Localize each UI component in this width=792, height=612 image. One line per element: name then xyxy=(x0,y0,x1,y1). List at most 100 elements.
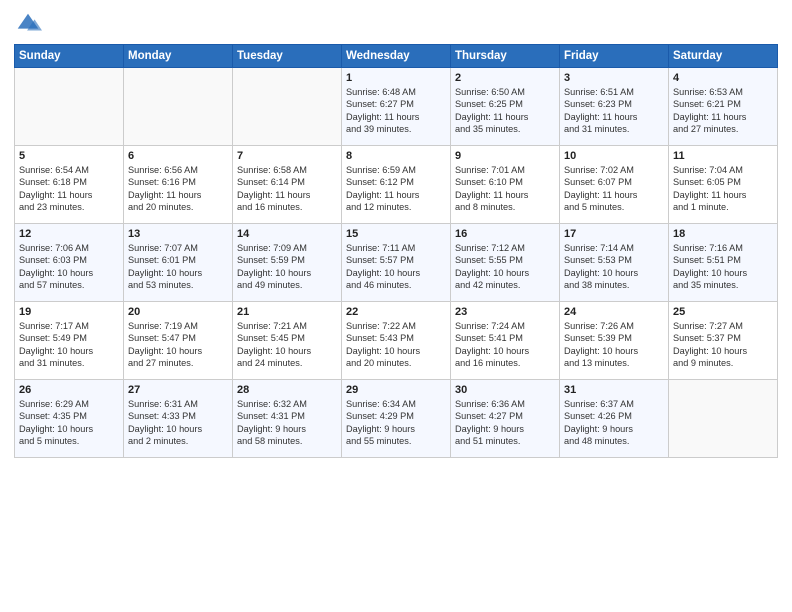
day-info: Sunrise: 7:16 AM Sunset: 5:51 PM Dayligh… xyxy=(673,242,773,292)
day-info: Sunrise: 7:21 AM Sunset: 5:45 PM Dayligh… xyxy=(237,320,337,370)
day-number: 11 xyxy=(673,150,773,162)
day-info: Sunrise: 7:04 AM Sunset: 6:05 PM Dayligh… xyxy=(673,164,773,214)
day-info: Sunrise: 6:53 AM Sunset: 6:21 PM Dayligh… xyxy=(673,86,773,136)
day-number: 26 xyxy=(19,384,119,396)
calendar-cell: 23Sunrise: 7:24 AM Sunset: 5:41 PM Dayli… xyxy=(451,302,560,380)
header xyxy=(14,10,778,38)
calendar-cell: 30 Sunrise: 6:36 AM Sunset: 4:27 PM Dayli… xyxy=(451,380,560,458)
day-number: 7 xyxy=(237,150,337,162)
calendar-cell: 20 Sunrise: 7:19 AM Sunset: 5:47 PM Dayli… xyxy=(124,302,233,380)
calendar-cell: 10 Sunrise: 7:02 AM Sunset: 6:07 PM Dayli… xyxy=(560,146,669,224)
calendar-cell: 5 Sunrise: 6:54 AM Sunset: 6:18 PM Daylig… xyxy=(15,146,124,224)
calendar-cell: 11 Sunrise: 7:04 AM Sunset: 6:05 PM Dayli… xyxy=(669,146,778,224)
calendar-cell xyxy=(233,68,342,146)
calendar-cell: 25Sunrise: 7:27 AM Sunset: 5:37 PM Dayli… xyxy=(669,302,778,380)
day-info: Sunrise: 7:09 AM Sunset: 5:59 PM Dayligh… xyxy=(237,242,337,292)
calendar-week-row: 1Sunrise: 6:48 AM Sunset: 6:27 PM Daylig… xyxy=(15,68,778,146)
calendar-cell: 4 Sunrise: 6:53 AM Sunset: 6:21 PM Daylig… xyxy=(669,68,778,146)
calendar-cell: 8 Sunrise: 6:59 AM Sunset: 6:12 PM Daylig… xyxy=(342,146,451,224)
day-number: 3 xyxy=(564,72,664,84)
day-info: Sunrise: 7:19 AM Sunset: 5:47 PM Dayligh… xyxy=(128,320,228,370)
day-info: Sunrise: 7:01 AM Sunset: 6:10 PM Dayligh… xyxy=(455,164,555,214)
calendar-cell: 21 Sunrise: 7:21 AM Sunset: 5:45 PM Dayli… xyxy=(233,302,342,380)
weekday-header: Wednesday xyxy=(342,45,451,68)
day-info: Sunrise: 6:50 AM Sunset: 6:25 PM Dayligh… xyxy=(455,86,555,136)
day-number: 18 xyxy=(673,228,773,240)
calendar-cell: 2 Sunrise: 6:50 AM Sunset: 6:25 PM Daylig… xyxy=(451,68,560,146)
weekday-header: Saturday xyxy=(669,45,778,68)
weekday-header: Tuesday xyxy=(233,45,342,68)
day-number: 2 xyxy=(455,72,555,84)
calendar-cell xyxy=(669,380,778,458)
calendar-cell: 13Sunrise: 7:07 AM Sunset: 6:01 PM Dayli… xyxy=(124,224,233,302)
day-number: 10 xyxy=(564,150,664,162)
day-number: 27 xyxy=(128,384,228,396)
day-info: Sunrise: 7:11 AM Sunset: 5:57 PM Dayligh… xyxy=(346,242,446,292)
day-info: Sunrise: 6:37 AM Sunset: 4:26 PM Dayligh… xyxy=(564,398,664,448)
day-info: Sunrise: 6:51 AM Sunset: 6:23 PM Dayligh… xyxy=(564,86,664,136)
calendar-cell: 19 Sunrise: 7:17 AM Sunset: 5:49 PM Dayli… xyxy=(15,302,124,380)
day-info: Sunrise: 6:56 AM Sunset: 6:16 PM Dayligh… xyxy=(128,164,228,214)
day-number: 22 xyxy=(346,306,446,318)
day-number: 29 xyxy=(346,384,446,396)
day-info: Sunrise: 7:22 AM Sunset: 5:43 PM Dayligh… xyxy=(346,320,446,370)
day-number: 21 xyxy=(237,306,337,318)
day-number: 20 xyxy=(128,306,228,318)
calendar-cell: 15 Sunrise: 7:11 AM Sunset: 5:57 PM Dayli… xyxy=(342,224,451,302)
calendar-cell: 29 Sunrise: 6:34 AM Sunset: 4:29 PM Dayli… xyxy=(342,380,451,458)
header-row: SundayMondayTuesdayWednesdayThursdayFrid… xyxy=(15,45,778,68)
day-info: Sunrise: 7:14 AM Sunset: 5:53 PM Dayligh… xyxy=(564,242,664,292)
calendar-cell: 24Sunrise: 7:26 AM Sunset: 5:39 PM Dayli… xyxy=(560,302,669,380)
calendar-table: SundayMondayTuesdayWednesdayThursdayFrid… xyxy=(14,44,778,458)
calendar-cell: 1Sunrise: 6:48 AM Sunset: 6:27 PM Daylig… xyxy=(342,68,451,146)
calendar-cell: 12 Sunrise: 7:06 AM Sunset: 6:03 PM Dayli… xyxy=(15,224,124,302)
day-number: 5 xyxy=(19,150,119,162)
day-info: Sunrise: 6:34 AM Sunset: 4:29 PM Dayligh… xyxy=(346,398,446,448)
day-info: Sunrise: 6:29 AM Sunset: 4:35 PM Dayligh… xyxy=(19,398,119,448)
calendar-cell: 16 Sunrise: 7:12 AM Sunset: 5:55 PM Dayli… xyxy=(451,224,560,302)
calendar-week-row: 5 Sunrise: 6:54 AM Sunset: 6:18 PM Daylig… xyxy=(15,146,778,224)
calendar-week-row: 19 Sunrise: 7:17 AM Sunset: 5:49 PM Dayli… xyxy=(15,302,778,380)
day-number: 16 xyxy=(455,228,555,240)
calendar-cell: 27 Sunrise: 6:31 AM Sunset: 4:33 PM Dayli… xyxy=(124,380,233,458)
day-number: 15 xyxy=(346,228,446,240)
day-number: 30 xyxy=(455,384,555,396)
day-number: 24 xyxy=(564,306,664,318)
day-number: 12 xyxy=(19,228,119,240)
day-info: Sunrise: 6:36 AM Sunset: 4:27 PM Dayligh… xyxy=(455,398,555,448)
day-info: Sunrise: 7:12 AM Sunset: 5:55 PM Dayligh… xyxy=(455,242,555,292)
day-number: 14 xyxy=(237,228,337,240)
weekday-header: Monday xyxy=(124,45,233,68)
day-number: 28 xyxy=(237,384,337,396)
weekday-header: Sunday xyxy=(15,45,124,68)
calendar-cell: 22 Sunrise: 7:22 AM Sunset: 5:43 PM Dayli… xyxy=(342,302,451,380)
day-number: 13 xyxy=(128,228,228,240)
day-number: 19 xyxy=(19,306,119,318)
day-info: Sunrise: 7:17 AM Sunset: 5:49 PM Dayligh… xyxy=(19,320,119,370)
calendar-cell: 31 Sunrise: 6:37 AM Sunset: 4:26 PM Dayli… xyxy=(560,380,669,458)
weekday-header: Thursday xyxy=(451,45,560,68)
day-info: Sunrise: 6:58 AM Sunset: 6:14 PM Dayligh… xyxy=(237,164,337,214)
day-info: Sunrise: 7:27 AM Sunset: 5:37 PM Dayligh… xyxy=(673,320,773,370)
day-number: 31 xyxy=(564,384,664,396)
day-info: Sunrise: 7:06 AM Sunset: 6:03 PM Dayligh… xyxy=(19,242,119,292)
day-number: 4 xyxy=(673,72,773,84)
calendar-container: SundayMondayTuesdayWednesdayThursdayFrid… xyxy=(0,0,792,466)
calendar-week-row: 26 Sunrise: 6:29 AM Sunset: 4:35 PM Dayli… xyxy=(15,380,778,458)
calendar-cell: 17Sunrise: 7:14 AM Sunset: 5:53 PM Dayli… xyxy=(560,224,669,302)
day-info: Sunrise: 7:02 AM Sunset: 6:07 PM Dayligh… xyxy=(564,164,664,214)
weekday-header: Friday xyxy=(560,45,669,68)
calendar-cell: 26 Sunrise: 6:29 AM Sunset: 4:35 PM Dayli… xyxy=(15,380,124,458)
day-info: Sunrise: 6:48 AM Sunset: 6:27 PM Dayligh… xyxy=(346,86,446,136)
day-info: Sunrise: 6:31 AM Sunset: 4:33 PM Dayligh… xyxy=(128,398,228,448)
calendar-cell: 14 Sunrise: 7:09 AM Sunset: 5:59 PM Dayli… xyxy=(233,224,342,302)
calendar-cell: 9Sunrise: 7:01 AM Sunset: 6:10 PM Daylig… xyxy=(451,146,560,224)
day-info: Sunrise: 6:59 AM Sunset: 6:12 PM Dayligh… xyxy=(346,164,446,214)
logo xyxy=(14,10,46,38)
calendar-cell: 7 Sunrise: 6:58 AM Sunset: 6:14 PM Daylig… xyxy=(233,146,342,224)
day-info: Sunrise: 6:54 AM Sunset: 6:18 PM Dayligh… xyxy=(19,164,119,214)
calendar-cell: 6Sunrise: 6:56 AM Sunset: 6:16 PM Daylig… xyxy=(124,146,233,224)
calendar-cell: 18 Sunrise: 7:16 AM Sunset: 5:51 PM Dayli… xyxy=(669,224,778,302)
day-info: Sunrise: 7:24 AM Sunset: 5:41 PM Dayligh… xyxy=(455,320,555,370)
day-number: 8 xyxy=(346,150,446,162)
